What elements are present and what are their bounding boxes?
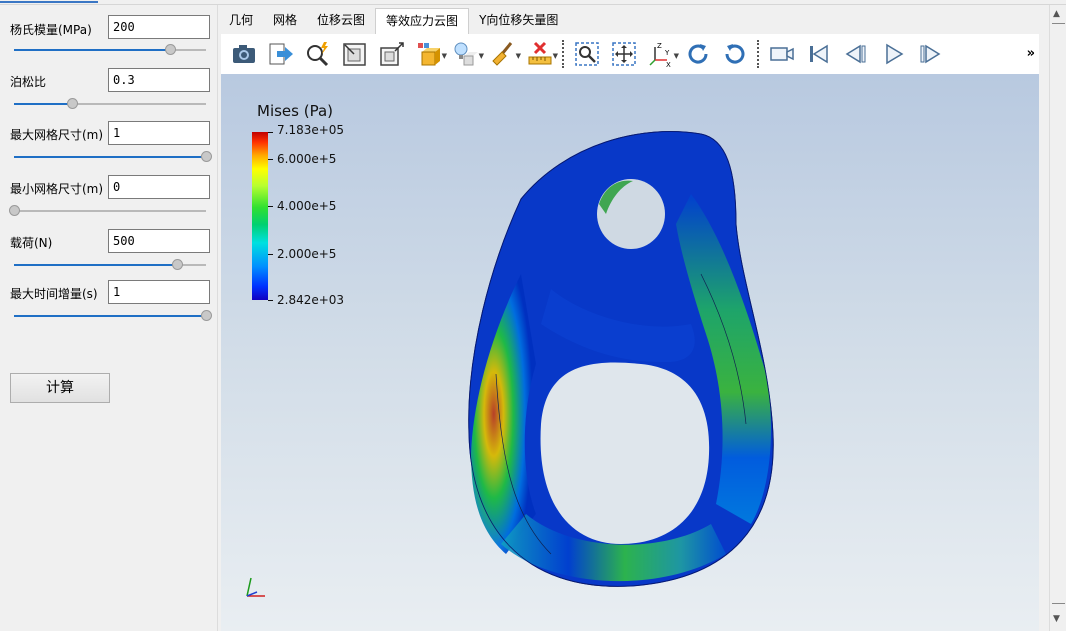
load-slider[interactable]	[14, 259, 206, 271]
display-mode-button[interactable]: ▼	[410, 37, 447, 71]
export-button[interactable]	[262, 37, 299, 71]
fit-box-icon	[342, 43, 366, 66]
rotate-ccw-button[interactable]	[716, 37, 753, 71]
toolbar-overflow-button[interactable]: »	[1027, 46, 1035, 61]
zoom-auto-button[interactable]	[299, 37, 336, 71]
export-arrow-icon	[269, 43, 293, 65]
rotate-cw-button[interactable]	[679, 37, 716, 71]
xyz-axes-icon: ZYX	[648, 42, 671, 68]
step-back-icon	[845, 44, 865, 64]
step-forward-icon	[920, 44, 940, 64]
slider-thumb[interactable]	[164, 44, 176, 55]
max-time-increment-input[interactable]	[108, 280, 210, 304]
toolbar-separator	[757, 40, 759, 68]
play-icon	[885, 43, 903, 65]
calculate-button[interactable]: 计算	[10, 373, 110, 403]
youngs-modulus-slider[interactable]	[14, 44, 206, 56]
render-viewport[interactable]: Mises (Pa) 7.183e+05 6.000e+5 4.000e+5 2…	[221, 74, 1039, 631]
zoom-window-icon	[574, 42, 599, 66]
lighting-button[interactable]: ▼	[447, 37, 484, 71]
first-frame-button[interactable]	[800, 37, 837, 71]
toolbar-separator	[562, 40, 564, 68]
load-input[interactable]	[108, 229, 210, 253]
magnifier-lightning-icon	[306, 42, 328, 67]
fit-view-button[interactable]	[336, 37, 373, 71]
app-window: 杨氏模量(MPa) 泊松比 最大网格尺寸(m) 最小网格尺寸(m) 载荷(N) …	[0, 0, 1066, 631]
pan-button[interactable]	[605, 37, 642, 71]
skip-first-icon	[809, 44, 828, 64]
zoom-out-box-button[interactable]	[373, 37, 410, 71]
video-camera-icon	[769, 47, 794, 61]
scroll-down-icon[interactable]: ▼	[1053, 614, 1060, 624]
youngs-modulus-input[interactable]	[108, 15, 210, 39]
scroll-up-icon[interactable]: ▲	[1053, 9, 1060, 19]
tab-von-mises-contour[interactable]: 等效应力云图	[375, 8, 470, 34]
view-tabs: 几何 网格 位移云图 等效应力云图 Y向位移矢量图	[219, 8, 568, 34]
max-mesh-size-label: 最大网格尺寸(m)	[10, 128, 104, 142]
axes-view-button[interactable]: ZYX ▼	[642, 37, 679, 71]
max-time-increment-label: 最大时间增量(s)	[10, 287, 98, 301]
tab-mesh[interactable]: 网格	[263, 8, 307, 33]
max-mesh-size-slider[interactable]	[14, 151, 212, 163]
measure-button[interactable]: ▼	[521, 37, 558, 71]
clear-button[interactable]: ▼	[484, 37, 521, 71]
orientation-axes-icon	[246, 577, 265, 597]
min-mesh-size-input[interactable]	[108, 175, 210, 199]
orientation-axes	[241, 574, 269, 602]
scrollbar-divider	[1052, 23, 1065, 24]
slider-thumb[interactable]	[201, 310, 212, 321]
tab-y-displacement-vectors[interactable]: Y向位移矢量图	[469, 8, 568, 33]
svg-text:Z: Z	[657, 42, 662, 50]
stress-contour-model[interactable]	[221, 74, 1039, 631]
vertical-scrollbar[interactable]: ▲ ▼	[1049, 5, 1066, 631]
slider-thumb[interactable]	[201, 151, 212, 162]
slider-thumb[interactable]	[172, 259, 184, 270]
poisson-ratio-input[interactable]	[108, 68, 210, 92]
svg-text:Y: Y	[664, 49, 670, 57]
min-mesh-size-slider[interactable]	[9, 205, 206, 217]
max-time-increment-slider[interactable]	[14, 310, 212, 322]
poisson-ratio-label: 泊松比	[10, 75, 47, 89]
camera-icon	[232, 45, 255, 63]
tab-displacement-contour[interactable]: 位移云图	[307, 8, 375, 33]
max-mesh-size-input[interactable]	[108, 121, 210, 145]
lightbulb-icon	[454, 42, 478, 66]
rotate-counterclockwise-icon	[724, 44, 744, 64]
previous-frame-button[interactable]	[837, 37, 874, 71]
tab-geometry[interactable]: 几何	[219, 8, 263, 33]
move-arrows-icon	[611, 42, 636, 66]
top-tab-indicator[interactable]	[0, 0, 98, 3]
cube-colored-icon	[417, 43, 440, 66]
view-toolbar: ▼ ▼ ▼ ▼ ZYX ▼ »	[221, 34, 1039, 74]
broom-icon	[491, 42, 512, 66]
record-video-button[interactable]	[763, 37, 800, 71]
scrollbar-divider	[1052, 603, 1065, 604]
load-label: 载荷(N)	[10, 236, 53, 250]
youngs-modulus-label: 杨氏模量(MPa)	[10, 23, 92, 37]
poisson-ratio-slider[interactable]	[14, 98, 206, 110]
parameter-panel: 杨氏模量(MPa) 泊松比 最大网格尺寸(m) 最小网格尺寸(m) 载荷(N) …	[0, 5, 218, 631]
min-mesh-size-label: 最小网格尺寸(m)	[10, 182, 104, 196]
rotate-clockwise-icon	[688, 44, 708, 64]
play-button[interactable]	[874, 37, 911, 71]
svg-text:X: X	[666, 61, 671, 68]
chevron-down-icon: ▼	[552, 52, 558, 60]
ruler-cross-icon	[528, 41, 551, 65]
expand-box-icon	[379, 42, 404, 66]
zoom-window-button[interactable]	[568, 37, 605, 71]
screenshot-button[interactable]	[225, 37, 262, 71]
next-frame-button[interactable]	[911, 37, 948, 71]
slider-thumb[interactable]	[9, 205, 20, 216]
slider-thumb[interactable]	[66, 98, 78, 109]
